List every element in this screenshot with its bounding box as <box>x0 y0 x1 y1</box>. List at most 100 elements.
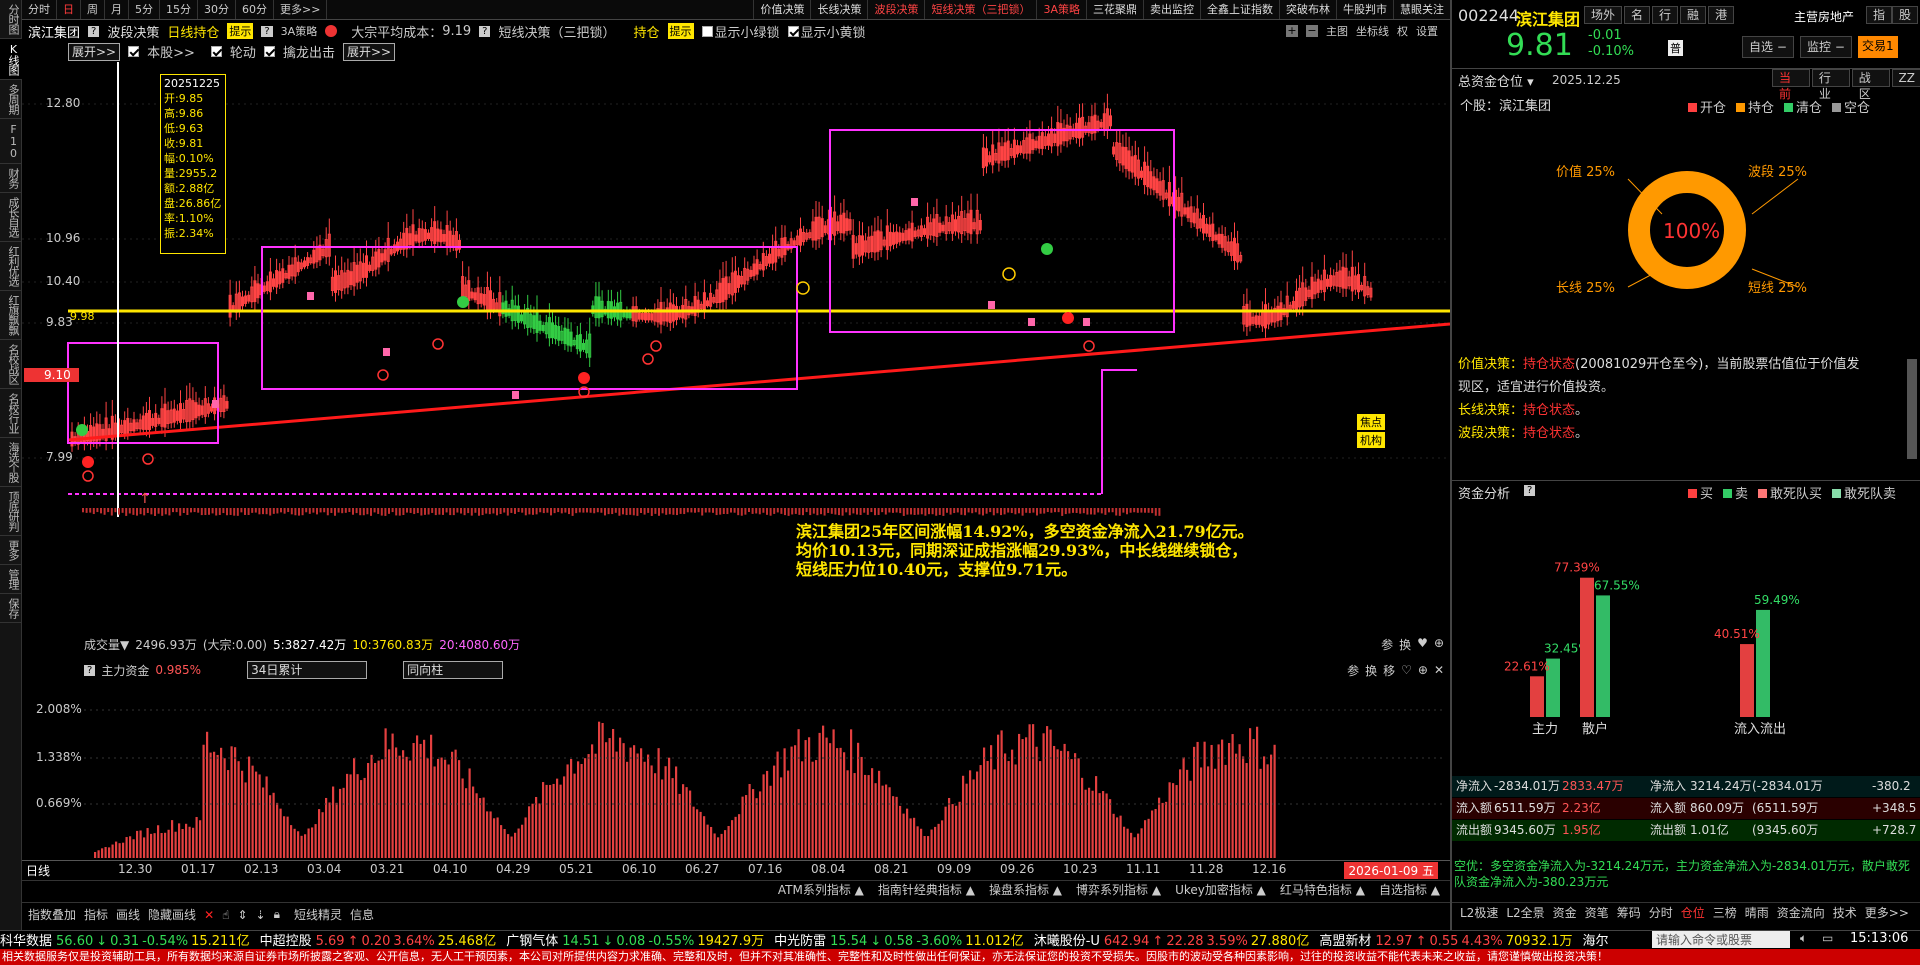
right-bottom-tab[interactable]: 更多>> <box>1865 904 1909 921</box>
dragon-checkbox[interactable] <box>263 46 275 57</box>
period-button[interactable]: 15分 <box>160 0 198 19</box>
left-nav-item[interactable]: F10 <box>0 119 22 164</box>
period-button[interactable]: 60分 <box>236 0 274 19</box>
expand-button[interactable]: 展开>> <box>68 42 121 61</box>
tool-tab[interactable]: 短线决策（三把锁） <box>924 0 1036 19</box>
daily-hold[interactable]: 日线持仓 <box>167 22 219 41</box>
tool-tab[interactable]: 波段决策 <box>867 0 924 19</box>
right-bottom-tab[interactable]: 技术 <box>1833 904 1857 921</box>
volume-switch-icon[interactable]: 换 <box>1399 636 1411 653</box>
quote-tab[interactable]: 名 <box>1624 6 1651 24</box>
period-button[interactable]: 日 <box>57 0 81 19</box>
indicator-tab[interactable]: 自选指标 ▲ <box>1379 881 1440 900</box>
quote-tab[interactable]: 融 <box>1680 6 1707 24</box>
indicator-tab[interactable]: 指南针经典指标 ▲ <box>878 881 975 900</box>
indicator-tab[interactable]: 红马特色指标 ▲ <box>1280 881 1365 900</box>
left-nav-item[interactable]: 顶底研判 <box>0 487 22 536</box>
show-green-checkbox[interactable] <box>701 25 713 37</box>
ticker-item[interactable]: 中超控股 5.69 ↑ 0.20 3.64% 25.468亿 <box>260 930 497 949</box>
left-nav-item[interactable]: 多周期 <box>0 80 22 119</box>
right-bottom-tab[interactable]: 资金流向 <box>1777 904 1825 921</box>
tool-tab[interactable]: 三花聚鼎 <box>1086 0 1143 19</box>
help-icon[interactable]: ? <box>88 25 100 37</box>
help-icon[interactable]: ? <box>1524 485 1536 496</box>
chart-setting-item[interactable]: 权 <box>1397 23 1408 39</box>
accumulation-select[interactable]: 34日累计 <box>247 661 368 679</box>
quote-tab[interactable]: 场外 <box>1584 6 1623 24</box>
left-nav-item[interactable]: K线图 <box>0 39 22 80</box>
chart-setting-item[interactable]: 坐标线 <box>1356 23 1389 39</box>
close-icon[interactable]: ✕ <box>1434 663 1444 677</box>
right-bottom-tab[interactable]: 晴雨 <box>1745 904 1769 921</box>
zoom-icon[interactable]: ⊕ <box>1418 663 1428 677</box>
tool-tab[interactable]: 价值决策 <box>753 0 810 19</box>
minus-icon[interactable]: − <box>1306 25 1318 37</box>
zoom-icon[interactable]: ⊕ <box>1434 636 1444 653</box>
help-icon[interactable]: ? <box>479 25 491 37</box>
indicator-tab[interactable]: ATM系列指标 ▲ <box>778 881 864 900</box>
strategy-3a[interactable]: 3A策略 <box>281 23 318 39</box>
left-nav-item[interactable]: 分时图 <box>0 0 22 39</box>
fund-param-icon[interactable]: 参 <box>1347 662 1359 679</box>
help-icon[interactable]: ? <box>84 664 96 676</box>
fund-move-icon[interactable]: 移 <box>1383 662 1395 679</box>
institution-tag[interactable]: 机构 <box>1357 432 1385 448</box>
tool-tab[interactable]: 全鑫上证指数 <box>1200 0 1279 19</box>
left-nav-item[interactable]: 红旗飘飘 <box>0 291 22 340</box>
indicator-tab[interactable]: 博弈系列指标 ▲ <box>1076 881 1161 900</box>
tool-tab[interactable]: 慧眼关注 <box>1393 0 1450 19</box>
right-bottom-tab[interactable]: L2极速 <box>1460 904 1498 921</box>
period-button[interactable]: 30分 <box>198 0 236 19</box>
period-button[interactable]: 5分 <box>129 0 160 19</box>
heart-icon[interactable]: ♥ <box>1417 636 1428 653</box>
tool-tab[interactable]: 突破布林 <box>1279 0 1336 19</box>
focus-tag[interactable]: 焦点 <box>1357 414 1385 430</box>
fund-switch-icon[interactable]: 换 <box>1365 662 1377 679</box>
indicator-tab[interactable]: 操盘系指标 ▲ <box>989 881 1062 900</box>
quote-tab[interactable]: 行 <box>1652 6 1679 24</box>
expand-button-2[interactable]: 展开>> <box>342 42 396 61</box>
this-stock-label[interactable]: 本股>> <box>147 42 195 61</box>
this-stock-checkbox[interactable] <box>128 46 140 57</box>
trade-button[interactable]: 交易1 <box>1858 36 1898 58</box>
short-elf-button[interactable]: 短线精灵 <box>294 906 342 923</box>
lock-icon[interactable]: 🔒︎ <box>274 907 280 922</box>
ticker-item[interactable]: 科华数据 56.60 ↓ 0.31 -0.54% 15.211亿 <box>0 930 250 949</box>
help-icon[interactable]: ? <box>261 25 273 37</box>
period-button[interactable]: 月 <box>105 0 129 19</box>
right-bottom-tab[interactable]: 分时 <box>1649 904 1673 921</box>
bar-type-select[interactable]: 同向柱 <box>403 661 504 679</box>
indicator-button[interactable]: 指标 <box>84 906 108 923</box>
ticker-item[interactable]: 海尔 <box>1583 930 1625 949</box>
right-bottom-tab[interactable]: 资笔 <box>1585 904 1609 921</box>
sound-icon[interactable]: 🔈︎ <box>1800 931 1807 946</box>
add-self-button[interactable]: 自选 − <box>1742 36 1794 58</box>
left-nav-item[interactable]: 名校战区 <box>0 340 22 389</box>
plus-icon[interactable]: + <box>1286 25 1298 37</box>
ticker-item[interactable]: 高盟新材 12.97 ↑ 0.55 4.43% 70932.1万 <box>1319 930 1572 949</box>
decision-scrollbar[interactable] <box>1907 359 1917 459</box>
right-bottom-tab[interactable]: 资金 <box>1553 904 1577 921</box>
tool-tab[interactable]: 卖出监控 <box>1143 0 1200 19</box>
chart-setting-item[interactable]: 设置 <box>1416 23 1438 39</box>
ticker-item[interactable]: 沐曦股份-U 642.94 ↑ 22.28 3.59% 27.880亿 <box>1034 930 1310 949</box>
hint-tag[interactable]: 提示 <box>227 23 254 39</box>
stock-button[interactable]: 股 <box>1892 6 1919 24</box>
index-button[interactable]: 指 <box>1866 6 1893 24</box>
left-nav-item[interactable]: 名校行业 <box>0 389 22 438</box>
index-overlay-button[interactable]: 指数叠加 <box>28 906 76 923</box>
right-bottom-tab[interactable]: 仓位 <box>1681 904 1705 921</box>
right-bottom-tab[interactable]: 筹码 <box>1617 904 1641 921</box>
hide-lines-button[interactable]: 隐藏画线 <box>148 906 196 923</box>
wave-decision[interactable]: 波段决策 <box>107 22 159 41</box>
left-nav-item[interactable]: 更多 <box>0 536 22 565</box>
heart-icon[interactable]: ♡ <box>1401 663 1412 677</box>
draw-line-button[interactable]: 画线 <box>116 906 140 923</box>
quote-tab[interactable]: 港 <box>1708 6 1735 24</box>
move-icon[interactable]: ⇕ <box>237 908 247 922</box>
short-decision[interactable]: 短线决策（三把锁） <box>498 22 615 41</box>
indicator-tab[interactable]: Ukey加密指标 ▲ <box>1175 881 1266 900</box>
ticker-item[interactable]: 广钢气体 14.51 ↓ 0.08 -0.55% 19427.9万 <box>506 930 764 949</box>
ticker-item[interactable]: 中光防雷 15.54 ↓ 0.58 -3.60% 11.012亿 <box>774 930 1024 949</box>
chart-setting-item[interactable]: 主图 <box>1326 23 1348 39</box>
